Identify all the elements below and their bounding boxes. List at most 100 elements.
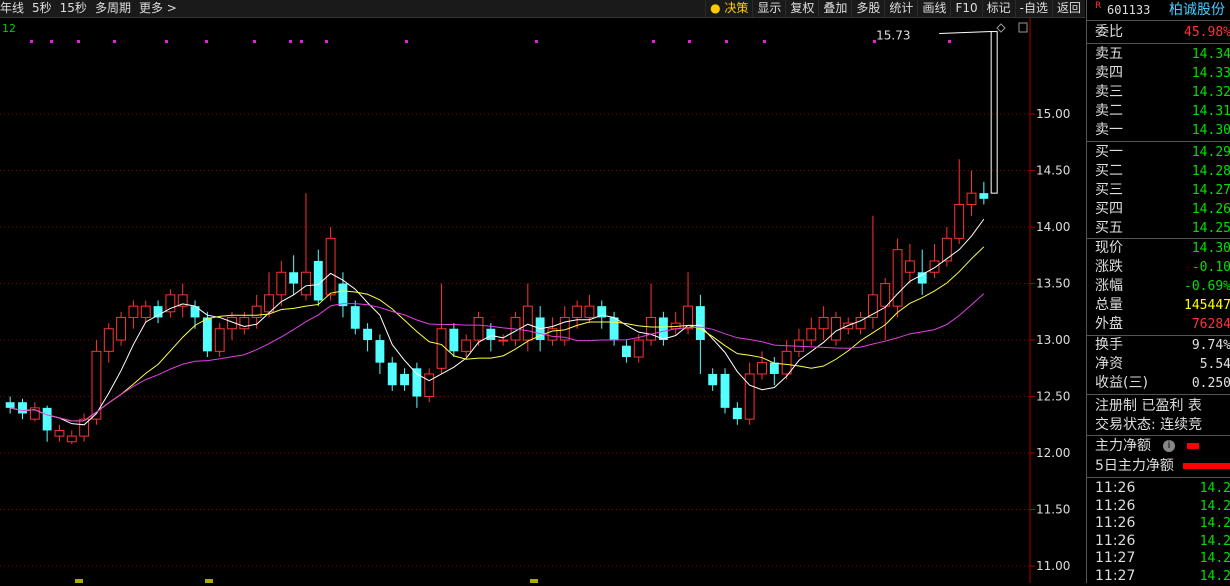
- stat-row-0-value: 14.30: [1191, 241, 1230, 256]
- chart-toolbar: 年线 5秒 15秒 多周期 更多 > ● 决策 显示 复权 叠加 多股 统计 画线 F10 标记 -自选返…: [0, 0, 1085, 18]
- sep-header: [1087, 20, 1230, 21]
- toolbar-button-7[interactable]: F10: [950, 0, 981, 17]
- marker-dot-0: [30, 40, 33, 43]
- stat2-row-0-value: 9.74%: [1191, 338, 1230, 353]
- candle-body-71: [880, 283, 891, 307]
- candle-body-65: [806, 328, 817, 341]
- buy-row-1: 买二 14.28: [1087, 162, 1230, 181]
- main-net-bar: [1187, 443, 1199, 449]
- tick-row-2-label: 11:26: [1095, 515, 1136, 531]
- sell-row-3: 卖二 14.31: [1087, 102, 1230, 121]
- stat-row-4-value: 76284: [1191, 317, 1230, 332]
- marker-dot-15: [763, 40, 766, 43]
- toolbar-item-0[interactable]: 年线: [0, 1, 24, 15]
- candle-body-4: [54, 429, 65, 437]
- marker-dot-2: [77, 40, 80, 43]
- marker-dot-3: [113, 40, 116, 43]
- stat-row-2-label: 涨幅: [1095, 278, 1123, 294]
- toolbar-button-3[interactable]: 叠加: [818, 0, 851, 17]
- toolbar-right: ● 决策 显示 复权 叠加 多股 统计 画线 F10 标记 -自选 返回: [705, 0, 1085, 17]
- stat-row-4: 外盘 76284: [1087, 315, 1230, 334]
- trade-status-row-label: 交易状态: 连续竞: [1095, 417, 1203, 433]
- toolbar-item-3[interactable]: 多周期: [95, 1, 131, 15]
- stat2-row-2-label: 收益(三): [1095, 375, 1148, 391]
- y-tick-label-7: 11.50: [1036, 503, 1070, 517]
- stat-row-1-value: -0.10: [1191, 260, 1230, 275]
- sell-row-0-value: 14.34: [1191, 47, 1230, 62]
- tick-row-1: 11:26 14.2: [1087, 497, 1230, 516]
- marker-dot-14: [725, 40, 728, 43]
- candle-body-13: [165, 294, 176, 313]
- tick-row-4-value: 14.2: [1199, 551, 1230, 566]
- candle-body-62: [769, 362, 779, 374]
- bottom-mark-0: [75, 579, 83, 583]
- candle-body-8: [103, 328, 114, 352]
- candle-body-52: [646, 316, 656, 341]
- candle-body-51: [633, 339, 644, 358]
- toolbar-button-10[interactable]: 返回: [1051, 0, 1085, 17]
- bottom-mark-2: [530, 579, 538, 583]
- sell-row-0: 卖五 14.34: [1087, 45, 1230, 64]
- tick-row-3-label: 11:26: [1095, 532, 1136, 549]
- buy-row-3-label: 买四: [1095, 201, 1123, 217]
- stock-code: 601133: [1107, 3, 1151, 17]
- tick-row-1-value: 14.2: [1199, 498, 1230, 514]
- sell-row-4-label: 卖一: [1095, 122, 1123, 138]
- y-tick-label-2: 14.00: [1036, 220, 1070, 234]
- diamond-icon: [996, 23, 1006, 33]
- toolbar-button-9[interactable]: -自选: [1014, 0, 1052, 17]
- sep-stats2: [1087, 394, 1230, 395]
- candle-body-47: [584, 305, 595, 318]
- y-tick-label-8: 11.00: [1036, 559, 1070, 573]
- toolbar-button-4[interactable]: 多股: [851, 0, 884, 17]
- toolbar-item-4[interactable]: 更多 >: [139, 1, 177, 15]
- buy-row-2: 买三 14.27: [1087, 181, 1230, 200]
- candle-body-27: [338, 283, 348, 307]
- buy-row-3-value: 14.26: [1191, 202, 1230, 217]
- buy-row-4: 买五 14.25: [1087, 219, 1230, 238]
- marker-dot-6: [253, 40, 256, 43]
- candle-body-26: [325, 237, 336, 296]
- main-net-row: 主力净额 i: [1087, 437, 1230, 456]
- window-icon: [1018, 22, 1028, 33]
- marker-dot-11: [535, 40, 538, 43]
- candle-body-56: [695, 306, 705, 341]
- buy-row-1-value: 14.28: [1191, 164, 1230, 179]
- candle-body-30: [375, 340, 385, 363]
- candle-body-16: [202, 317, 212, 352]
- stat2-row-1-value: 5.54: [1199, 357, 1230, 372]
- main-net-5d-row: 5日主力净额: [1087, 457, 1230, 476]
- toolbar-button-8[interactable]: 标记: [981, 0, 1015, 17]
- sell-row-2-label: 卖三: [1095, 84, 1123, 100]
- toolbar-item-1[interactable]: 5秒: [32, 1, 52, 15]
- candle-body-21: [264, 294, 274, 313]
- tick-row-2-value: 14.2: [1199, 516, 1230, 531]
- stat2-row-1: 净资 5.54: [1087, 355, 1230, 374]
- candle-body-79: [979, 193, 989, 199]
- main-net-5d-bar: [1183, 463, 1230, 469]
- sell-row-1-value: 14.33: [1191, 66, 1230, 81]
- stat2-row-0: 换手 9.74%: [1087, 336, 1230, 355]
- candle-body-20: [251, 305, 262, 318]
- candlestick-chart[interactable]: 15.00 14.50 14.00 13.50 13.00 12.50 12.00 11.50…: [0, 18, 1085, 583]
- toolbar-button-6[interactable]: 画线: [917, 0, 950, 17]
- stock-name: 柏诚股份: [1169, 2, 1225, 18]
- candle-body-1: [18, 402, 27, 414]
- y-tick-label-4: 13.00: [1036, 333, 1070, 347]
- info-icon[interactable]: i: [1163, 440, 1175, 452]
- sep-weibi: [1087, 43, 1230, 44]
- toolbar-button-1[interactable]: 显示: [752, 0, 785, 17]
- stat-row-2: 涨幅 -0.69%: [1087, 277, 1230, 296]
- toolbar-button-2[interactable]: 复权: [785, 0, 818, 17]
- marker-dot-12: [652, 40, 655, 43]
- stat-row-0-label: 现价: [1095, 240, 1123, 256]
- candle-body-10: [128, 305, 139, 318]
- toolbar-item-2[interactable]: 15秒: [60, 1, 87, 15]
- sell-row-3-value: 14.31: [1191, 104, 1230, 119]
- sell-row-4: 卖一 14.30: [1087, 121, 1230, 140]
- toolbar-button-5[interactable]: 统计: [884, 0, 917, 17]
- stat-row-0: 现价 14.30: [1087, 239, 1230, 258]
- candle-body-11: [140, 305, 151, 318]
- candle-body-5: [66, 435, 77, 443]
- toolbar-button-0[interactable]: ● 决策: [705, 0, 752, 17]
